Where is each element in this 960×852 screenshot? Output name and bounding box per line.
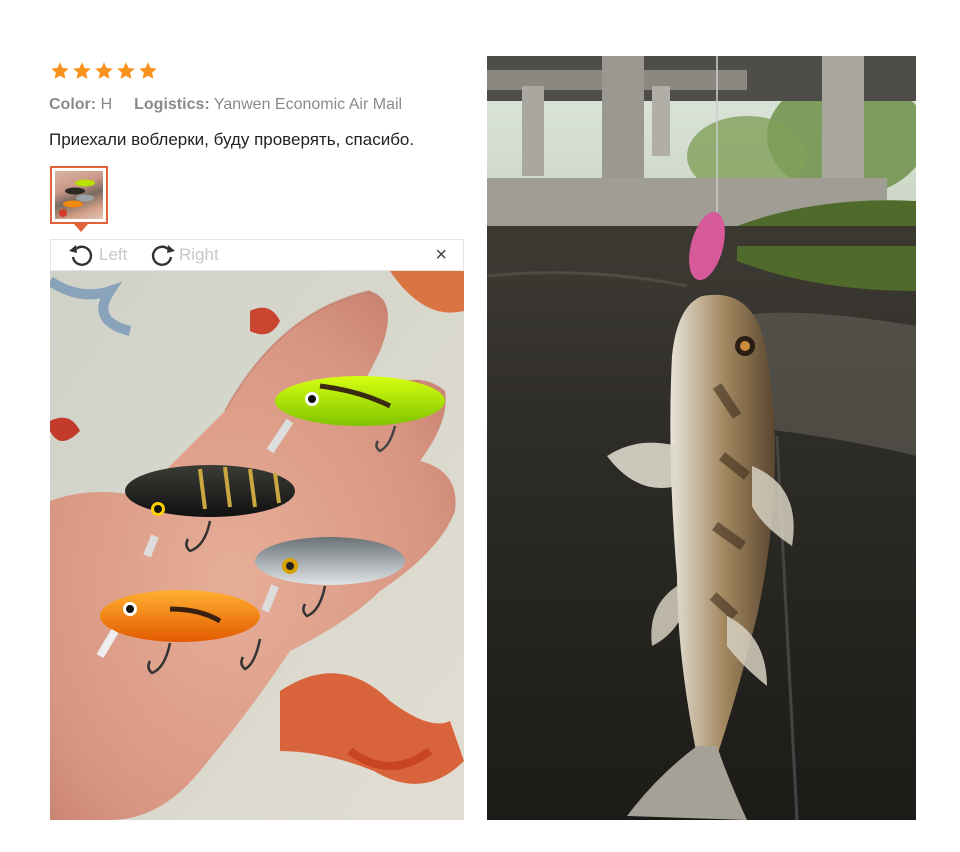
logistics-label: Logistics: xyxy=(134,96,210,113)
rotate-right-button[interactable]: Right xyxy=(147,242,219,268)
star-icon xyxy=(73,62,91,79)
rotate-right-label: Right xyxy=(179,245,219,264)
review-photo-thumbnail[interactable] xyxy=(50,166,108,224)
rotate-left-label: Left xyxy=(99,245,128,264)
close-icon: × xyxy=(435,244,447,266)
rotate-left-button[interactable]: Left xyxy=(67,242,127,268)
star-icon xyxy=(117,62,135,79)
logistics-value: Yanwen Economic Air Mail xyxy=(213,96,403,113)
rotate-left-icon xyxy=(69,245,93,266)
star-icon xyxy=(139,62,157,79)
rating-stars xyxy=(50,61,158,81)
star-icon xyxy=(95,62,113,79)
caught-fish-image xyxy=(487,56,916,820)
star-icon xyxy=(51,62,69,79)
color-info: Color: H xyxy=(49,96,112,114)
color-value: H xyxy=(100,96,113,113)
thumbnail-pointer xyxy=(74,224,88,232)
review-photo-lures xyxy=(50,271,464,820)
lures-in-hand-image xyxy=(50,271,464,820)
logistics-info: Logistics: Yanwen Economic Air Mail xyxy=(134,96,402,114)
image-viewer-toolbar: Left Right × xyxy=(50,239,464,271)
color-label: Color: xyxy=(49,96,97,113)
close-viewer-button[interactable]: × xyxy=(435,244,447,267)
review-text: Приехали воблерки, буду проверять, спаси… xyxy=(49,130,415,149)
review-meta: Color: H Logistics: Yanwen Economic Air … xyxy=(49,96,402,114)
rotate-right-icon xyxy=(151,245,175,266)
review-photo-fish xyxy=(487,56,916,820)
thumbnail-image xyxy=(55,171,103,219)
